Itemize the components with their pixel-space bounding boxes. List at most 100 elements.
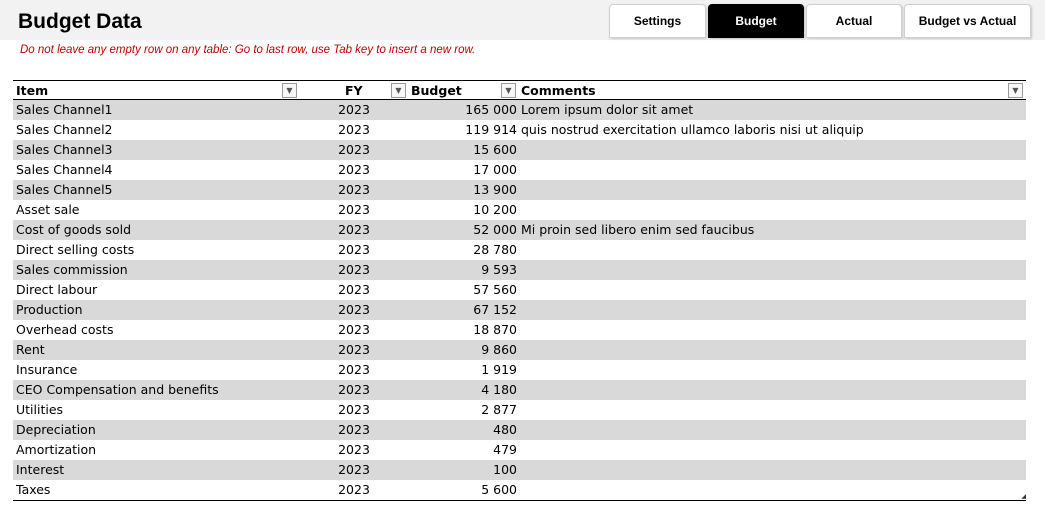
table-row[interactable]: Production 2023 67 152	[13, 300, 1026, 320]
cell-fy[interactable]: 2023	[325, 200, 383, 220]
cell-budget[interactable]: 57 560	[393, 280, 517, 300]
cell-item[interactable]: CEO Compensation and benefits	[16, 380, 296, 400]
cell-comments[interactable]	[521, 260, 1021, 280]
cell-comments[interactable]	[521, 240, 1021, 260]
cell-item[interactable]: Depreciation	[16, 420, 296, 440]
cell-fy[interactable]: 2023	[325, 140, 383, 160]
cell-item[interactable]: Cost of goods sold	[16, 220, 296, 240]
cell-item[interactable]: Asset sale	[16, 200, 296, 220]
cell-comments[interactable]	[521, 360, 1021, 380]
cell-item[interactable]: Amortization	[16, 440, 296, 460]
cell-budget[interactable]: 100	[393, 460, 517, 480]
cell-budget[interactable]: 15 600	[393, 140, 517, 160]
cell-fy[interactable]: 2023	[325, 180, 383, 200]
table-row[interactable]: Amortization 2023 479	[13, 440, 1026, 460]
tab-actual[interactable]: Actual	[806, 4, 902, 38]
cell-comments[interactable]	[521, 320, 1021, 340]
cell-comments[interactable]	[521, 180, 1021, 200]
cell-budget[interactable]: 479	[393, 440, 517, 460]
cell-fy[interactable]: 2023	[325, 300, 383, 320]
table-row[interactable]: Asset sale 2023 10 200	[13, 200, 1026, 220]
table-row[interactable]: Insurance 2023 1 919	[13, 360, 1026, 380]
cell-budget[interactable]: 28 780	[393, 240, 517, 260]
cell-budget[interactable]: 5 600	[393, 480, 517, 500]
table-row[interactable]: Sales Channel4 2023 17 000	[13, 160, 1026, 180]
cell-item[interactable]: Direct selling costs	[16, 240, 296, 260]
table-row[interactable]: CEO Compensation and benefits 2023 4 180	[13, 380, 1026, 400]
table-resize-handle[interactable]: ◢	[1021, 493, 1026, 500]
filter-button-fy[interactable]: ▼	[391, 83, 406, 98]
tab-budget[interactable]: Budget	[708, 4, 804, 38]
cell-comments[interactable]	[521, 480, 1021, 500]
table-row[interactable]: Depreciation 2023 480	[13, 420, 1026, 440]
cell-fy[interactable]: 2023	[325, 360, 383, 380]
cell-budget[interactable]: 1 919	[393, 360, 517, 380]
cell-item[interactable]: Rent	[16, 340, 296, 360]
filter-button-item[interactable]: ▼	[282, 83, 297, 98]
table-row[interactable]: Cost of goods sold 2023 52 000 Mi proin sed…	[13, 220, 1026, 240]
cell-budget[interactable]: 4 180	[393, 380, 517, 400]
cell-item[interactable]: Sales commission	[16, 260, 296, 280]
filter-button-budget[interactable]: ▼	[501, 83, 516, 98]
cell-fy[interactable]: 2023	[325, 120, 383, 140]
tab-settings[interactable]: Settings	[609, 4, 706, 38]
cell-item[interactable]: Direct labour	[16, 280, 296, 300]
cell-item[interactable]: Production	[16, 300, 296, 320]
tab-budget-vs-actual[interactable]: Budget vs Actual	[904, 4, 1031, 38]
cell-item[interactable]: Insurance	[16, 360, 296, 380]
cell-fy[interactable]: 2023	[325, 440, 383, 460]
cell-comments[interactable]: quis nostrud exercitation ullamco labori…	[521, 120, 1021, 140]
cell-fy[interactable]: 2023	[325, 240, 383, 260]
cell-fy[interactable]: 2023	[325, 460, 383, 480]
cell-comments[interactable]	[521, 160, 1021, 180]
cell-comments[interactable]	[521, 420, 1021, 440]
cell-fy[interactable]: 2023	[325, 400, 383, 420]
table-row[interactable]: Interest 2023 100	[13, 460, 1026, 480]
cell-budget[interactable]: 10 200	[393, 200, 517, 220]
cell-comments[interactable]	[521, 280, 1021, 300]
cell-budget[interactable]: 18 870	[393, 320, 517, 340]
cell-comments[interactable]: Lorem ipsum dolor sit amet	[521, 100, 1021, 120]
table-row[interactable]: Sales Channel2 2023 119 914 quis nostrud ex…	[13, 120, 1026, 140]
cell-item[interactable]: Sales Channel2	[16, 120, 296, 140]
cell-comments[interactable]	[521, 380, 1021, 400]
table-row[interactable]: Direct labour 2023 57 560	[13, 280, 1026, 300]
cell-comments[interactable]	[521, 440, 1021, 460]
cell-item[interactable]: Sales Channel4	[16, 160, 296, 180]
table-row[interactable]: Taxes 2023 5 600	[13, 480, 1026, 500]
table-row[interactable]: Overhead costs 2023 18 870	[13, 320, 1026, 340]
cell-fy[interactable]: 2023	[325, 100, 383, 120]
cell-comments[interactable]	[521, 460, 1021, 480]
cell-budget[interactable]: 52 000	[393, 220, 517, 240]
cell-budget[interactable]: 119 914	[393, 120, 517, 140]
cell-comments[interactable]	[521, 300, 1021, 320]
table-row[interactable]: Sales Channel5 2023 13 900	[13, 180, 1026, 200]
cell-comments[interactable]	[521, 140, 1021, 160]
table-row[interactable]: Sales Channel1 2023 165 000 Lorem ipsum dol…	[13, 100, 1026, 120]
cell-budget[interactable]: 480	[393, 420, 517, 440]
cell-budget[interactable]: 17 000	[393, 160, 517, 180]
filter-button-comments[interactable]: ▼	[1008, 83, 1023, 98]
cell-comments[interactable]	[521, 340, 1021, 360]
cell-budget[interactable]: 67 152	[393, 300, 517, 320]
cell-fy[interactable]: 2023	[325, 280, 383, 300]
cell-item[interactable]: Taxes	[16, 480, 296, 500]
cell-comments[interactable]: Mi proin sed libero enim sed faucibus	[521, 220, 1021, 240]
cell-item[interactable]: Sales Channel5	[16, 180, 296, 200]
cell-budget[interactable]: 165 000	[393, 100, 517, 120]
cell-item[interactable]: Interest	[16, 460, 296, 480]
cell-budget[interactable]: 13 900	[393, 180, 517, 200]
table-row[interactable]: Direct selling costs 2023 28 780	[13, 240, 1026, 260]
cell-item[interactable]: Sales Channel3	[16, 140, 296, 160]
cell-fy[interactable]: 2023	[325, 260, 383, 280]
cell-fy[interactable]: 2023	[325, 160, 383, 180]
table-row[interactable]: Sales Channel3 2023 15 600	[13, 140, 1026, 160]
cell-budget[interactable]: 2 877	[393, 400, 517, 420]
cell-comments[interactable]	[521, 400, 1021, 420]
table-row[interactable]: Sales commission 2023 9 593	[13, 260, 1026, 280]
cell-item[interactable]: Utilities	[16, 400, 296, 420]
cell-fy[interactable]: 2023	[325, 340, 383, 360]
cell-fy[interactable]: 2023	[325, 380, 383, 400]
cell-item[interactable]: Overhead costs	[16, 320, 296, 340]
table-row[interactable]: Rent 2023 9 860	[13, 340, 1026, 360]
